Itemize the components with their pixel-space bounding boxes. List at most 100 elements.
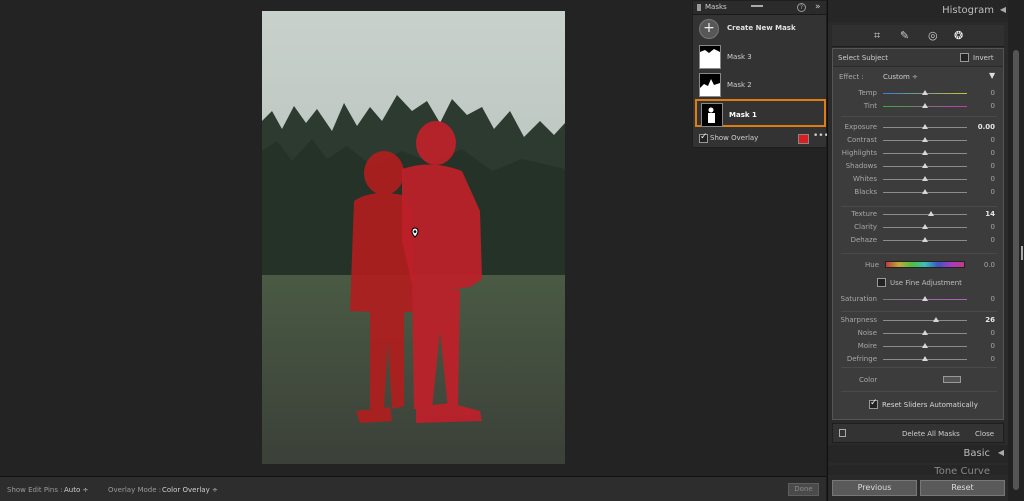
slider-knob[interactable] <box>922 137 928 142</box>
basic-title: Basic <box>963 448 990 459</box>
slider-blacks[interactable]: Blacks 0 <box>833 186 1003 199</box>
show-edit-pins-dropdown[interactable]: Auto ÷ <box>64 486 88 494</box>
mask-item-3[interactable]: Mask 3 <box>695 43 826 71</box>
reset-button[interactable]: Reset <box>920 480 1005 496</box>
slider-knob[interactable] <box>922 176 928 181</box>
slider-value[interactable]: 0 <box>991 188 995 196</box>
slider-value[interactable]: 0 <box>991 175 995 183</box>
basic-panel-header[interactable]: Basic ◀ <box>828 445 1008 463</box>
slider-knob[interactable] <box>922 237 928 242</box>
color-row: Color <box>833 374 1003 386</box>
slider-knob[interactable] <box>922 330 928 335</box>
slider-value[interactable]: 0.00 <box>978 123 995 131</box>
slider-value[interactable]: 14 <box>985 210 995 218</box>
slider-knob[interactable] <box>922 343 928 348</box>
collapse-triangle-icon[interactable]: ◀ <box>1000 5 1006 14</box>
panel-resize-handle[interactable] <box>1021 246 1023 260</box>
slider-value[interactable]: 0 <box>991 236 995 244</box>
slider-knob[interactable] <box>922 356 928 361</box>
slider-value[interactable]: 0 <box>991 295 995 303</box>
show-overlay-checkbox[interactable]: ✓ <box>699 132 708 143</box>
slider-knob[interactable] <box>927 211 934 216</box>
reset-sliders-label: Reset Sliders Automatically <box>882 401 978 409</box>
slider-value[interactable]: 0 <box>991 329 995 337</box>
panel-toggle-icon[interactable] <box>839 429 846 437</box>
reset-sliders-checkbox[interactable]: ✓ <box>869 398 878 409</box>
show-overlay-label: Show Overlay <box>710 134 759 142</box>
color-swatch[interactable] <box>943 376 961 383</box>
histogram-header[interactable]: Histogram ◀ <box>828 0 1008 22</box>
crop-icon[interactable]: ⌗ <box>874 29 880 43</box>
slider-value[interactable]: 0 <box>991 136 995 144</box>
slider-value[interactable]: 0 <box>991 102 995 110</box>
help-icon[interactable]: ? <box>797 3 806 12</box>
slider-texture[interactable]: Texture 14 <box>833 208 1003 221</box>
slider-value[interactable]: 0 <box>991 149 995 157</box>
slider-label: Whites <box>852 175 877 183</box>
slider-knob[interactable] <box>932 317 939 322</box>
slider-knob[interactable] <box>922 224 928 229</box>
collapse-icon[interactable]: » <box>815 2 821 12</box>
delete-all-masks-button[interactable]: Delete All Masks <box>902 430 960 438</box>
invert-checkbox[interactable] <box>960 53 969 62</box>
slider-knob[interactable] <box>922 103 928 108</box>
pin-icon[interactable] <box>409 227 421 239</box>
hue-slider[interactable]: Hue 0.0 <box>833 259 1003 271</box>
masks-panel-header[interactable]: Masks ? » <box>693 1 826 15</box>
mask-item-1[interactable]: Mask 1 <box>695 99 826 127</box>
previous-button[interactable]: Previous <box>832 480 917 496</box>
slider-sharpness[interactable]: Sharpness 26 <box>833 314 1003 327</box>
slider-value[interactable]: 0 <box>991 355 995 363</box>
close-masks-button[interactable]: Close <box>975 430 994 438</box>
fine-adjustment-checkbox[interactable] <box>877 278 886 287</box>
panel-grip-icon[interactable] <box>697 4 701 11</box>
slider-highlights[interactable]: Highlights 0 <box>833 147 1003 160</box>
slider-noise[interactable]: Noise 0 <box>833 327 1003 340</box>
slider-knob[interactable] <box>922 90 928 95</box>
scroll-thumb[interactable] <box>1013 50 1019 490</box>
slider-knob[interactable] <box>922 189 928 194</box>
overlay-mode-dropdown[interactable]: Color Overlay ÷ <box>162 486 218 494</box>
slider-tint[interactable]: Tint 0 <box>833 100 1003 113</box>
effect-collapse-icon[interactable]: ▼ <box>989 71 995 80</box>
slider-value[interactable]: 0 <box>991 162 995 170</box>
collapse-triangle-icon[interactable]: ◀ <box>998 448 1004 457</box>
slider-knob[interactable] <box>922 150 928 155</box>
slider-value[interactable]: 26 <box>985 316 995 324</box>
create-new-mask-button[interactable]: + Create New Mask <box>699 17 823 41</box>
redeye-icon[interactable]: ◎ <box>928 29 938 42</box>
effect-dropdown[interactable]: Custom ÷ <box>883 73 918 81</box>
hue-gradient-bar[interactable] <box>885 261 965 268</box>
slider-exposure[interactable]: Exposure 0.00 <box>833 121 1003 134</box>
slider-label: Highlights <box>841 149 877 157</box>
slider-shadows[interactable]: Shadows 0 <box>833 160 1003 173</box>
slider-knob[interactable] <box>922 124 928 129</box>
plus-icon[interactable]: + <box>699 19 719 39</box>
slider-track[interactable] <box>883 214 967 215</box>
mask-icon[interactable]: ❂ <box>954 29 963 42</box>
heal-icon[interactable]: ✎ <box>900 29 909 42</box>
slider-moire[interactable]: Moire 0 <box>833 340 1003 353</box>
slider-clarity[interactable]: Clarity 0 <box>833 221 1003 234</box>
mask-footer: Delete All Masks Close <box>832 423 1004 443</box>
done-button[interactable]: Done <box>788 483 819 496</box>
overlay-color-swatch[interactable] <box>798 134 809 144</box>
slider-value[interactable]: 0 <box>991 342 995 350</box>
hue-value[interactable]: 0.0 <box>984 261 995 269</box>
slider-saturation[interactable]: Saturation 0 <box>833 293 1003 306</box>
slider-defringe[interactable]: Defringe 0 <box>833 353 1003 366</box>
slider-dehaze[interactable]: Dehaze 0 <box>833 234 1003 247</box>
slider-knob[interactable] <box>922 163 928 168</box>
slider-value[interactable]: 0 <box>991 89 995 97</box>
slider-whites[interactable]: Whites 0 <box>833 173 1003 186</box>
drag-handle-icon[interactable] <box>751 5 763 7</box>
slider-temp[interactable]: Temp 0 <box>833 87 1003 100</box>
mask-item-2[interactable]: Mask 2 <box>695 71 826 99</box>
fine-adjustment-row: Use Fine Adjustment <box>833 277 1003 289</box>
panel-scrollbar[interactable] <box>1008 0 1024 501</box>
tone-curve-header[interactable]: Tone Curve <box>828 465 1008 475</box>
slider-track[interactable] <box>883 320 967 321</box>
slider-contrast[interactable]: Contrast 0 <box>833 134 1003 147</box>
slider-value[interactable]: 0 <box>991 223 995 231</box>
slider-knob[interactable] <box>922 296 928 301</box>
